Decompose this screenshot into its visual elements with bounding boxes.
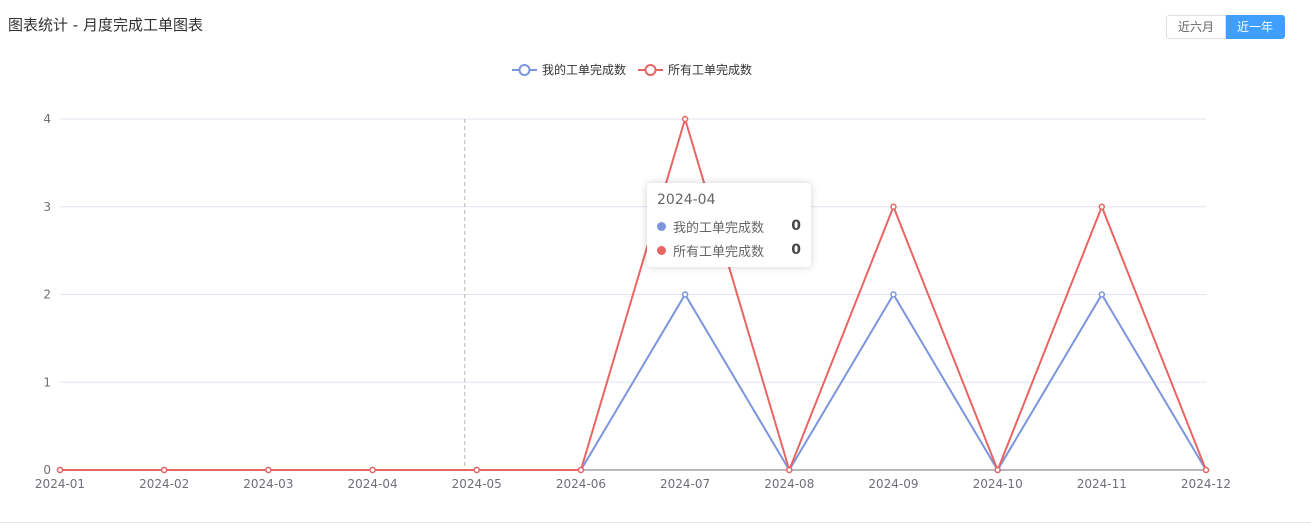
series-point-1 — [1202, 466, 1210, 474]
x-tick-label: 2024-08 — [764, 477, 814, 491]
x-tick-label: 2024-09 — [868, 477, 918, 491]
series-point-1 — [473, 466, 480, 474]
legend-marker-1 — [644, 64, 657, 76]
legend-label-0: 我的工单完成数 — [542, 62, 626, 77]
x-tick-label: 2024-02 — [139, 477, 189, 491]
x-tick-label: 2024-11 — [1077, 477, 1127, 491]
x-tick-label: 2024-12 — [1181, 477, 1231, 491]
chart-grid — [60, 118, 1206, 383]
legend-marker-0 — [518, 64, 531, 76]
series-point-1 — [786, 466, 793, 474]
tooltip-dot-mine — [657, 221, 666, 231]
x-axis: 2024-01 2024-02 2024-03 2024-04 2024-05 2024-… — [35, 469, 1231, 491]
series-point-1 — [681, 115, 689, 123]
series-point-1 — [160, 466, 168, 474]
x-tick-label: 2024-10 — [973, 477, 1023, 491]
series-point-1 — [56, 466, 64, 474]
series-point-1 — [265, 466, 272, 474]
x-tick-label: 2024-03 — [243, 477, 293, 491]
tooltip-name-all: 所有工单完成数 — [673, 244, 765, 260]
x-tick-label: 2024-01 — [35, 477, 85, 491]
series-point-1 — [890, 203, 897, 210]
y-tick-label: 3 — [43, 200, 51, 214]
chart-tooltip: 2024-04 我的工单完成数 0 所有工单完成数 0 — [647, 183, 811, 267]
tooltip-dot-all — [657, 245, 666, 255]
x-tick-label: 2024-04 — [347, 477, 397, 491]
series-point-0 — [890, 291, 897, 298]
bottom-divider — [0, 522, 1311, 523]
y-tick-label: 4 — [43, 112, 51, 126]
tooltip-row-all: 所有工单完成数 0 — [657, 238, 801, 262]
series-point-0 — [681, 291, 689, 298]
x-tick-label: 2024-07 — [660, 477, 710, 491]
y-axis: 0 1 2 3 4 — [43, 112, 51, 477]
tooltip-value-mine: 0 — [791, 218, 801, 234]
tooltip-value-all: 0 — [791, 242, 801, 258]
series-point-1 — [577, 466, 585, 474]
y-tick-label: 2 — [43, 288, 51, 302]
tooltip-row-mine: 我的工单完成数 0 — [657, 214, 801, 238]
y-tick-label: 0 — [43, 463, 51, 477]
series-point-0 — [1098, 291, 1106, 298]
tooltip-name-mine: 我的工单完成数 — [673, 220, 765, 236]
series-point-1 — [1098, 203, 1106, 210]
x-tick-label: 2024-06 — [556, 477, 606, 491]
legend-label-1: 所有工单完成数 — [668, 62, 752, 77]
y-tick-label: 1 — [43, 375, 51, 389]
tooltip-title: 2024-04 — [657, 192, 716, 208]
x-tick-label: 2024-05 — [452, 477, 502, 491]
chart-legend: 我的工单完成数 所有工单完成数 — [512, 62, 752, 77]
series-point-1 — [369, 466, 376, 474]
series-point-1 — [994, 466, 1001, 474]
